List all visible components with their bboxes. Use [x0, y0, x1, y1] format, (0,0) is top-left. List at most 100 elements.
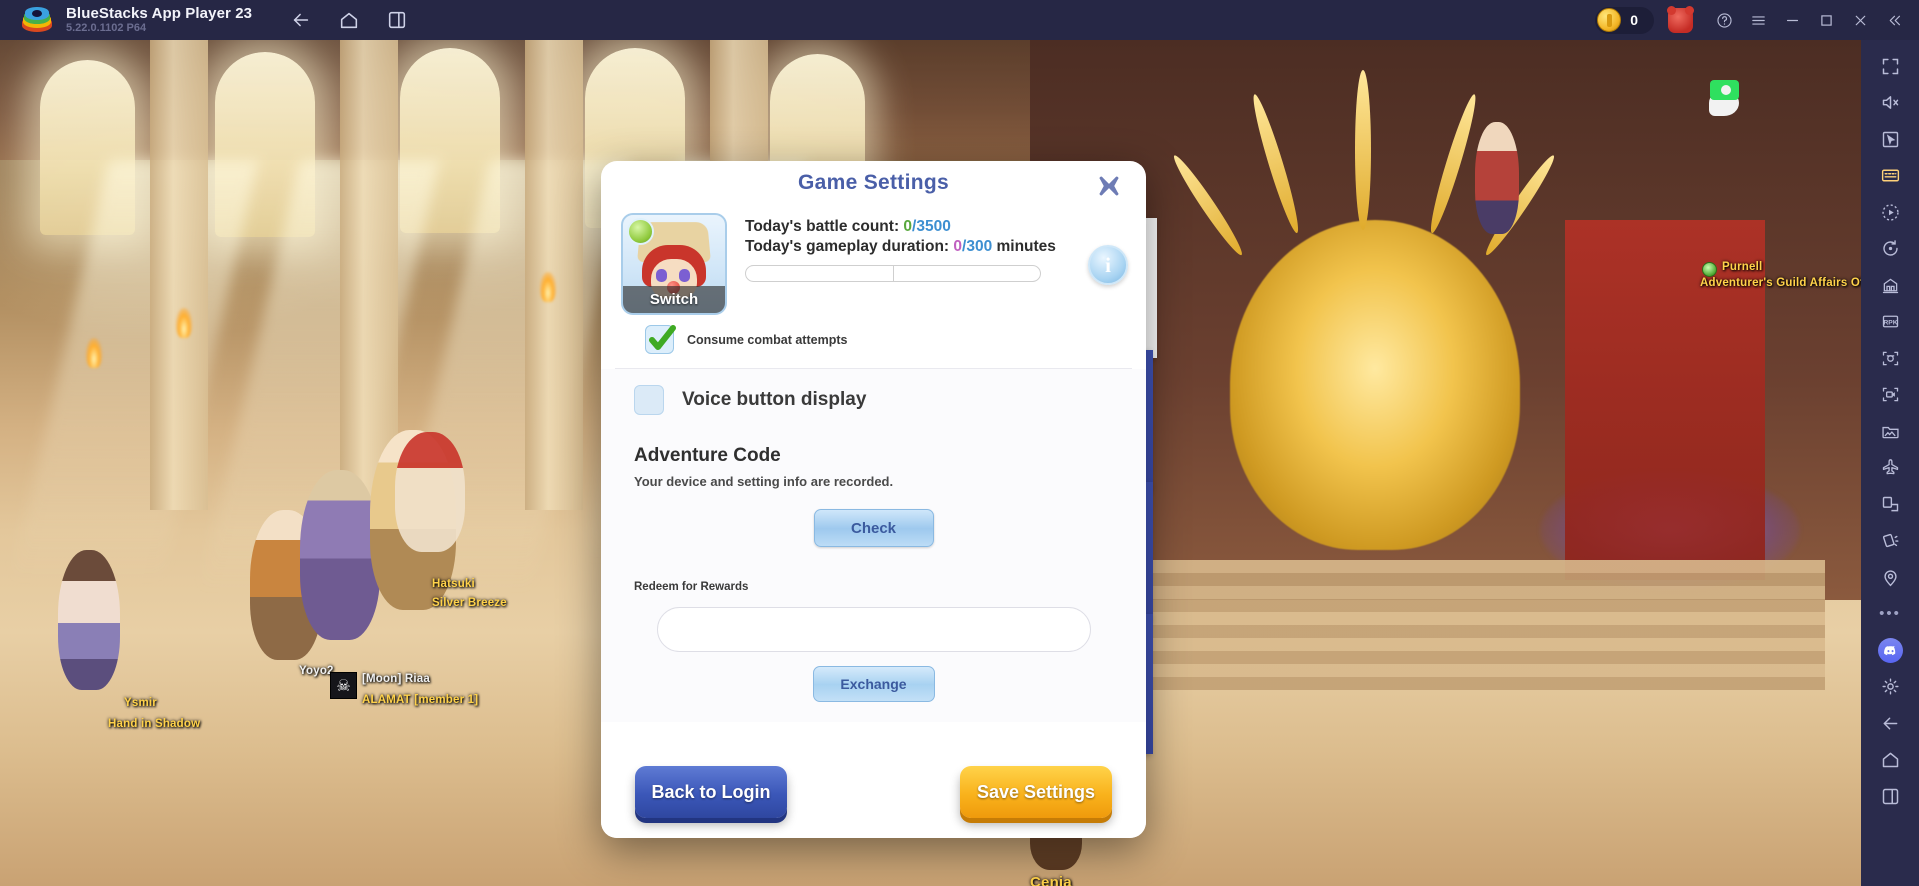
- character-avatar-card[interactable]: Switch: [621, 213, 727, 315]
- torch-flame: [540, 272, 556, 302]
- maximize-icon[interactable]: [1809, 0, 1843, 40]
- voice-button-checkbox[interactable]: [634, 385, 664, 415]
- app-title-block: BlueStacks App Player 23 5.22.0.1102 P64: [66, 6, 252, 34]
- minimize-icon[interactable]: [1775, 0, 1809, 40]
- redeem-code-input[interactable]: [656, 607, 1091, 652]
- save-settings-button[interactable]: Save Settings: [960, 766, 1112, 818]
- battle-count-current: 0: [903, 218, 913, 235]
- voice-button-row: Voice button display: [601, 385, 1146, 415]
- character-class-badge-icon: [627, 218, 654, 245]
- help-icon[interactable]: [1707, 0, 1741, 40]
- voice-button-label: Voice button display: [682, 389, 867, 410]
- torch-flame: [86, 338, 102, 368]
- consume-combat-checkbox[interactable]: [645, 325, 676, 354]
- screenshot-icon[interactable]: [1870, 340, 1910, 377]
- exchange-button[interactable]: Exchange: [812, 666, 935, 702]
- coin-value: 0: [1630, 12, 1638, 28]
- gameplay-duration-label: Today's gameplay duration:: [745, 238, 954, 256]
- game-settings-dialog: Game Settings Switch Today's battle coun…: [601, 161, 1146, 838]
- player-name: Hatsuki: [432, 578, 475, 590]
- back-to-login-button[interactable]: Back to Login: [635, 766, 787, 818]
- red-carpet: [1565, 220, 1765, 580]
- account-summary-row: Switch Today's battle count: 0/3500 Toda…: [601, 213, 1146, 315]
- battle-progress-bar: [746, 266, 893, 281]
- player-character[interactable]: [58, 550, 120, 690]
- close-x-icon[interactable]: [1092, 169, 1126, 203]
- bluestacks-sidebar: RPK •••: [1861, 40, 1919, 886]
- multi-instance-sync-icon[interactable]: [1870, 267, 1910, 304]
- multi-instance-icon[interactable]: [386, 9, 408, 31]
- macro-record-icon[interactable]: [1870, 194, 1910, 231]
- settings-gear-icon[interactable]: [1870, 669, 1910, 706]
- shake-icon[interactable]: [1870, 523, 1910, 560]
- titlebar: BlueStacks App Player 23 5.22.0.1102 P64…: [0, 0, 1919, 40]
- titlebar-nav: [290, 9, 408, 31]
- discord-icon[interactable]: [1870, 632, 1910, 669]
- battle-count-label: Today's battle count:: [745, 218, 904, 235]
- collapse-chevrons-icon[interactable]: [1877, 0, 1911, 40]
- coin-balance-pill[interactable]: 0: [1595, 6, 1654, 34]
- cursor-pointer-icon[interactable]: [1870, 121, 1910, 158]
- more-dots-icon[interactable]: •••: [1870, 596, 1910, 633]
- consume-combat-label: Consume combat attempts: [687, 332, 848, 347]
- gameplay-duration-unit: minutes: [996, 238, 1056, 256]
- dialog-footer: Back to Login Save Settings: [601, 746, 1146, 838]
- player-guild: Silver Breeze: [432, 597, 507, 609]
- location-icon[interactable]: [1870, 559, 1910, 596]
- dialog-title: Game Settings: [798, 171, 949, 194]
- gameplay-duration-line: Today's gameplay duration: 0/300 minutes: [745, 237, 1124, 257]
- player-guild: Hand in Shadow: [108, 718, 201, 730]
- torch-flame: [176, 308, 192, 338]
- player-guild: ALAMAT [member 1]: [362, 694, 479, 706]
- player-character[interactable]: [300, 470, 380, 640]
- game-viewport[interactable]: Purnell Adventurer's Guild Affairs Offic…: [0, 40, 1861, 886]
- switch-character-button[interactable]: Switch: [623, 286, 725, 313]
- check-button[interactable]: Check: [813, 509, 934, 547]
- back-icon[interactable]: [1870, 705, 1910, 742]
- npc-name: Purnell: [1722, 261, 1763, 273]
- titlebar-right-controls: 0: [1595, 0, 1911, 40]
- close-icon[interactable]: [1843, 0, 1877, 40]
- info-icon[interactable]: i: [1088, 245, 1128, 285]
- back-icon[interactable]: [290, 9, 312, 31]
- recent-apps-icon[interactable]: [1870, 778, 1910, 815]
- mute-icon[interactable]: [1870, 85, 1910, 122]
- bear-avatar-icon[interactable]: [1667, 5, 1694, 33]
- statue-ray: [1355, 70, 1371, 230]
- settings-section: Voice button display Adventure Code Your…: [601, 369, 1146, 722]
- guild-icon: [1702, 262, 1717, 277]
- rotate-icon[interactable]: [1870, 231, 1910, 268]
- green-checkmark-icon: [649, 325, 676, 350]
- app-version: 5.22.0.1102 P64: [66, 21, 147, 34]
- pillar: [150, 40, 208, 510]
- screen-record-icon[interactable]: [1870, 377, 1910, 414]
- screenshot-camera-bubble-icon[interactable]: [1707, 78, 1743, 120]
- dialog-body: Switch Today's battle count: 0/3500 Toda…: [601, 213, 1146, 746]
- pillar: [525, 40, 583, 510]
- svg-text:RPK: RPK: [1883, 320, 1897, 327]
- gameplay-duration-max: /300: [962, 238, 993, 256]
- fullscreen-icon[interactable]: [1870, 48, 1910, 85]
- battle-count-line: Today's battle count: 0/3500: [745, 217, 1124, 237]
- dialog-header: Game Settings: [601, 161, 1146, 213]
- adventure-code-title: Adventure Code: [634, 445, 781, 466]
- bluestacks-logo-icon: [22, 7, 52, 33]
- app-title: BlueStacks App Player 23: [66, 4, 253, 22]
- player-name: [Moon] Riaa: [362, 673, 430, 685]
- media-manager-icon[interactable]: [1870, 413, 1910, 450]
- battle-count-max: /3500: [912, 218, 951, 235]
- pk-skull-icon: ☠: [330, 672, 357, 699]
- airplane-icon[interactable]: [1870, 450, 1910, 487]
- player-character[interactable]: [395, 432, 465, 552]
- redeem-label: Redeem for Rewards: [634, 581, 749, 593]
- progress-bars: [745, 264, 1041, 282]
- home-icon[interactable]: [1870, 742, 1910, 779]
- real-time-translation-icon[interactable]: RPK: [1870, 304, 1910, 341]
- hamburger-menu-icon[interactable]: [1741, 0, 1775, 40]
- home-icon[interactable]: [338, 9, 360, 31]
- consume-combat-row: Consume combat attempts: [601, 315, 1146, 368]
- keyboard-controls-icon[interactable]: [1870, 158, 1910, 195]
- npc-purnell[interactable]: [1475, 122, 1519, 234]
- adventure-code-subtitle: Your device and setting info are recorde…: [634, 474, 894, 489]
- install-apk-icon[interactable]: [1870, 486, 1910, 523]
